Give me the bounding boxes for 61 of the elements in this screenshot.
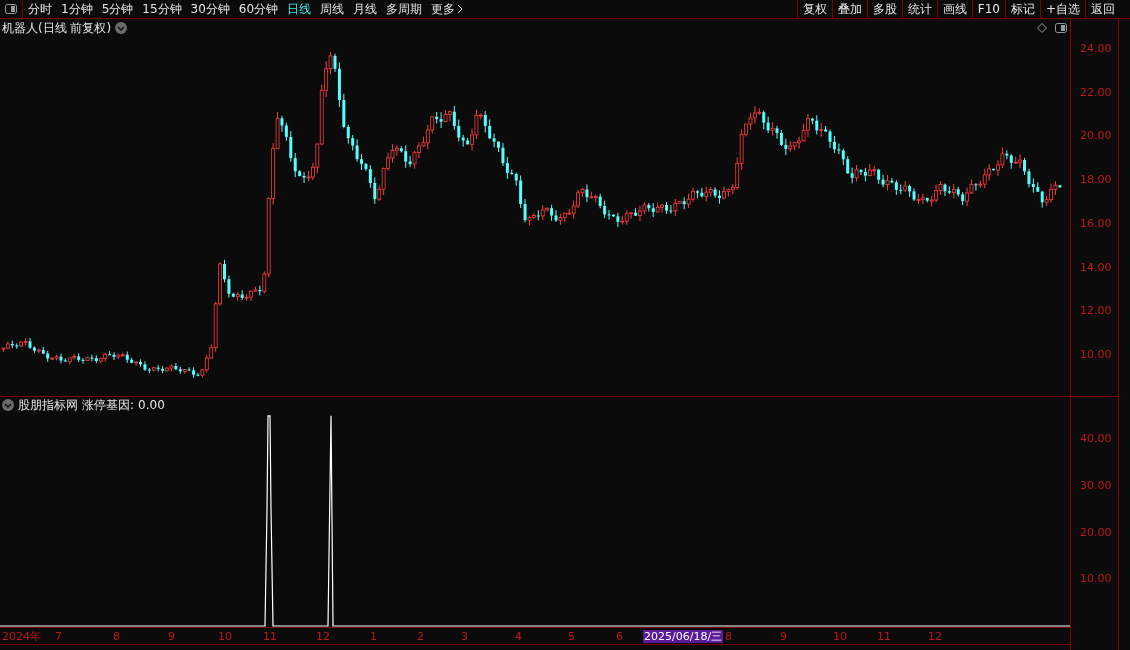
- date-label: 11: [263, 630, 277, 643]
- toolbar-button[interactable]: 返回: [1085, 0, 1120, 18]
- date-label: 5: [568, 630, 575, 643]
- period-tab[interactable]: 日线: [287, 3, 312, 15]
- period-tab[interactable]: 5分钟: [101, 3, 134, 15]
- date-label: 2025/06/18/三: [643, 630, 724, 643]
- date-label: 2024年: [2, 630, 41, 643]
- indicator-name: 涨停基因:: [82, 399, 135, 411]
- date-label: 9: [168, 630, 175, 643]
- toolbar-button[interactable]: 叠加: [831, 0, 867, 18]
- period-tab[interactable]: 分时: [28, 3, 52, 15]
- axis-label: 40.00: [1080, 432, 1112, 447]
- date-label: 8: [725, 630, 732, 643]
- more-button[interactable]: 更多: [431, 3, 464, 15]
- date-label: 11: [877, 630, 891, 643]
- period-tab[interactable]: 周线: [320, 3, 345, 15]
- axis-label: 24.00: [1080, 42, 1112, 56]
- period-tab[interactable]: 多周期: [386, 3, 423, 15]
- axis-label: 20.00: [1080, 525, 1112, 540]
- period-tab[interactable]: 15分钟: [142, 3, 182, 15]
- axis-label: 14.00: [1080, 260, 1112, 275]
- date-label: 12: [316, 630, 330, 643]
- chevron-down-icon[interactable]: [115, 22, 128, 34]
- date-label: 9: [780, 630, 787, 643]
- axis-label: 10.00: [1080, 572, 1112, 587]
- date-label: 10: [833, 630, 847, 643]
- toolbar-button[interactable]: +自选: [1039, 0, 1085, 18]
- period-tab[interactable]: 1分钟: [61, 3, 93, 15]
- panel-toggle-icon: [5, 4, 17, 14]
- indicator-value: 0.00: [138, 399, 165, 411]
- axis-label: 12.00: [1080, 304, 1112, 319]
- toolbar-button[interactable]: F10: [971, 0, 1005, 18]
- period-tab[interactable]: 月线: [353, 3, 378, 15]
- toolbar-button[interactable]: 复权: [796, 0, 832, 18]
- date-label: 4: [515, 630, 522, 643]
- date-label: 7: [55, 630, 62, 643]
- chevron-down-icon[interactable]: [2, 399, 14, 411]
- toolbar-button[interactable]: 多股: [866, 0, 902, 18]
- axis-label: 16.00: [1080, 216, 1112, 231]
- indicator-source: 股朋指标网: [18, 399, 78, 411]
- axis-label: 18.00: [1080, 173, 1112, 188]
- date-label: 2: [417, 630, 424, 643]
- axis-label: 22.00: [1080, 85, 1112, 100]
- panel-toggle-icon[interactable]: [1055, 23, 1067, 33]
- date-label: 12: [928, 630, 942, 643]
- toolbar-button[interactable]: 统计: [901, 0, 937, 18]
- chart-title: 机器人(日线 前复权): [2, 22, 112, 34]
- date-label: 10: [218, 630, 232, 643]
- toolbar-button[interactable]: 画线: [936, 0, 972, 18]
- date-label: 6: [616, 630, 623, 643]
- date-label: 8: [113, 630, 120, 643]
- axis-label: 10.00: [1080, 348, 1112, 363]
- period-tab[interactable]: 60分钟: [238, 3, 279, 15]
- date-label: 3: [461, 630, 468, 643]
- date-label: 1: [370, 630, 377, 643]
- toolbar-button[interactable]: 标记: [1004, 0, 1040, 18]
- axis-label: 20.00: [1080, 129, 1112, 144]
- chevron-right-icon: [457, 4, 464, 14]
- diamond-icon[interactable]: [1037, 23, 1047, 33]
- axis-label: 30.00: [1080, 478, 1112, 493]
- period-tab[interactable]: 30分钟: [190, 3, 230, 15]
